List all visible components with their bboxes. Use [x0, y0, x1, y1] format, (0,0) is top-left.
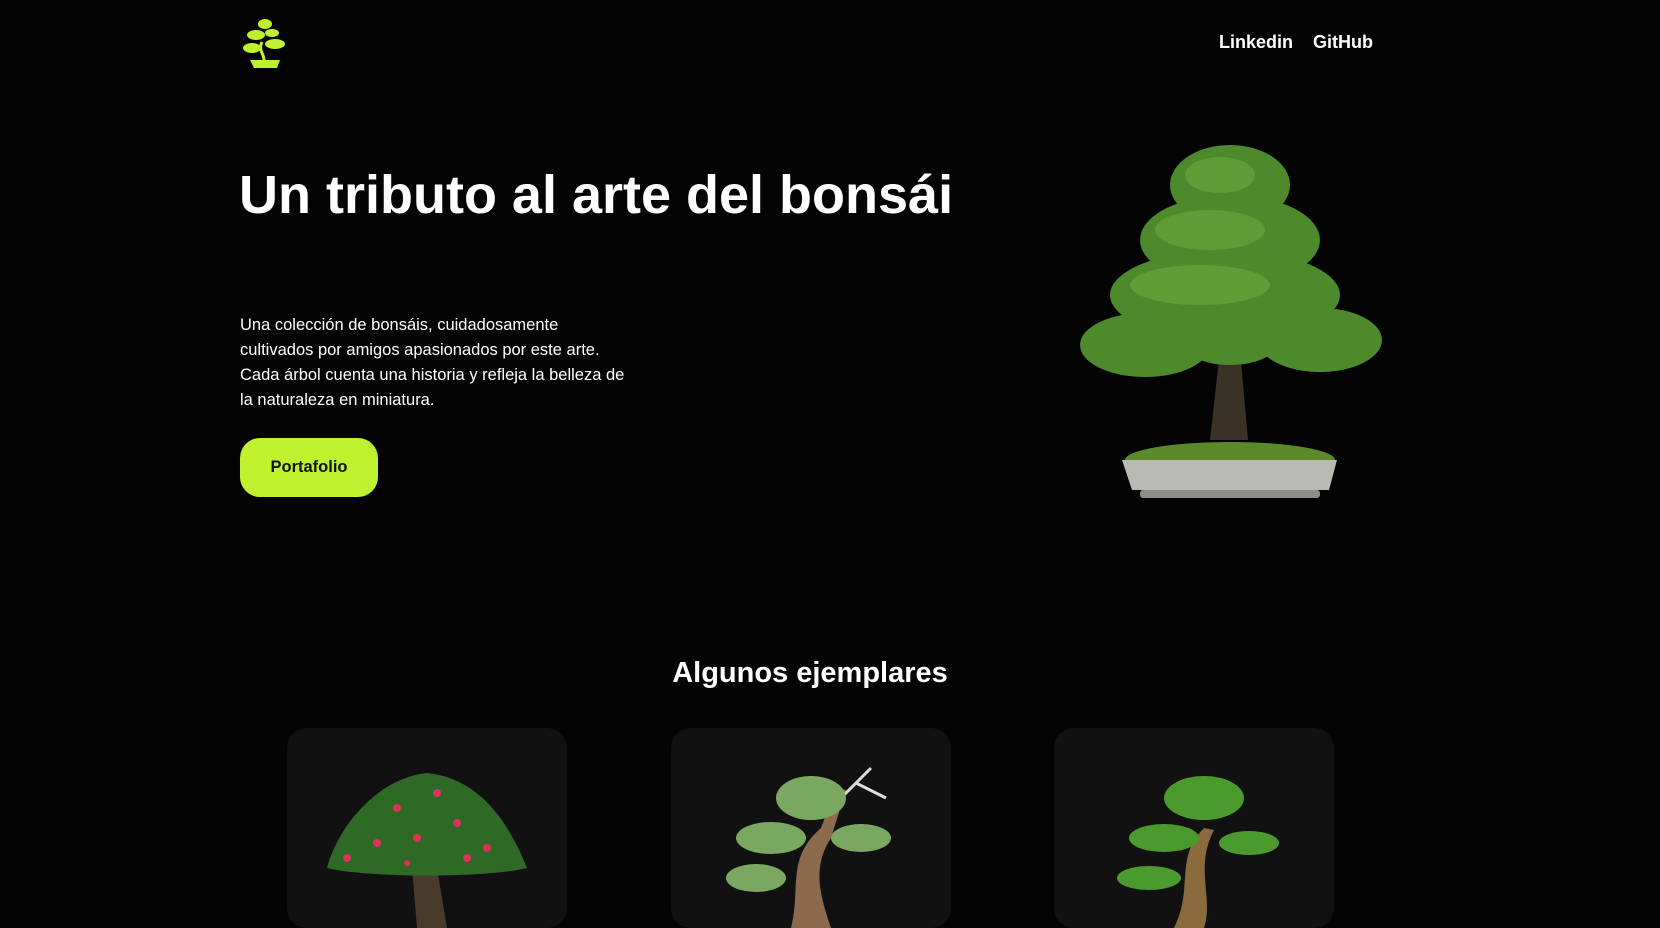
bonsai-card-3[interactable]: [1054, 728, 1334, 928]
bonsai-logo[interactable]: [240, 16, 290, 70]
hero-bonsai-image: [1080, 145, 1382, 498]
gallery-title: Algunos ejemplares: [672, 657, 948, 689]
nav-link-github[interactable]: GitHub: [1313, 32, 1373, 53]
nav-link-linkedin[interactable]: Linkedin: [1219, 32, 1293, 53]
bonsai-card-2[interactable]: [671, 728, 951, 928]
hero-description: Una colección de bonsáis, cuidadosamente…: [240, 316, 625, 409]
hero-title: Un tributo al arte del bonsái: [239, 165, 954, 225]
flowering-bonsai-image: [327, 773, 527, 928]
juniper-bonsai-image: [726, 766, 891, 928]
pine-bonsai-image: [1117, 776, 1279, 928]
top-nav: Linkedin GitHub: [1219, 32, 1373, 53]
bonsai-card-1[interactable]: [287, 728, 567, 928]
portfolio-button[interactable]: Portafolio: [240, 438, 378, 497]
